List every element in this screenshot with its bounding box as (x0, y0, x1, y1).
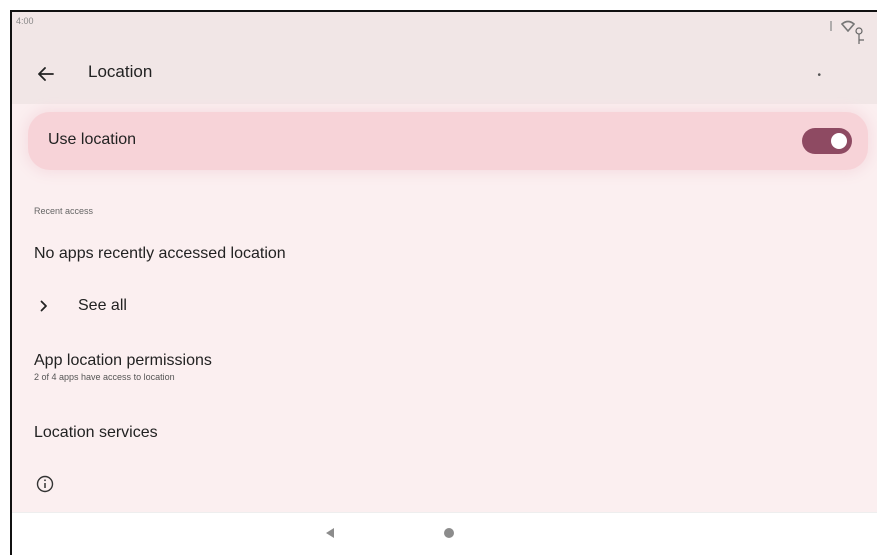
arrow-left-icon (38, 67, 54, 81)
app-bar: Location (12, 42, 877, 104)
back-triangle-icon[interactable] (324, 527, 336, 539)
recent-access-header: Recent access (34, 206, 94, 216)
home-circle-icon[interactable] (444, 528, 454, 538)
settings-screen: 4:00 Location • Use location Recent acce… (10, 10, 877, 555)
use-location-label: Use location (48, 131, 137, 148)
app-location-permissions-title: App location permissions (34, 352, 212, 369)
signal-icon (830, 21, 832, 31)
use-location-card[interactable]: Use location (28, 112, 868, 170)
recent-access-empty: No apps recently accessed location (34, 245, 857, 263)
app-location-permissions-row[interactable]: App location permissions 2 of 4 apps hav… (34, 352, 857, 382)
page-title: Location (88, 62, 153, 81)
navigation-bar (12, 512, 877, 555)
status-bar: 4:00 (12, 12, 877, 42)
status-time: 4:00 (16, 16, 34, 26)
info-icon (36, 475, 54, 493)
see-all-row[interactable]: See all (34, 297, 857, 315)
recent-access-empty-text: No apps recently accessed location (34, 245, 286, 262)
wifi-icon (841, 20, 855, 32)
status-icons (827, 20, 855, 32)
app-location-permissions-summary: 2 of 4 apps have access to location (34, 372, 175, 382)
key-icon (855, 26, 869, 51)
use-location-switch[interactable] (802, 128, 852, 154)
location-services-title: Location services (34, 424, 158, 441)
overflow-dot: • (817, 70, 821, 81)
chevron-right-icon (40, 300, 52, 312)
switch-thumb (831, 133, 847, 149)
see-all-label: See all (78, 297, 127, 314)
back-button[interactable] (32, 60, 60, 88)
location-services-row[interactable]: Location services (34, 424, 857, 442)
